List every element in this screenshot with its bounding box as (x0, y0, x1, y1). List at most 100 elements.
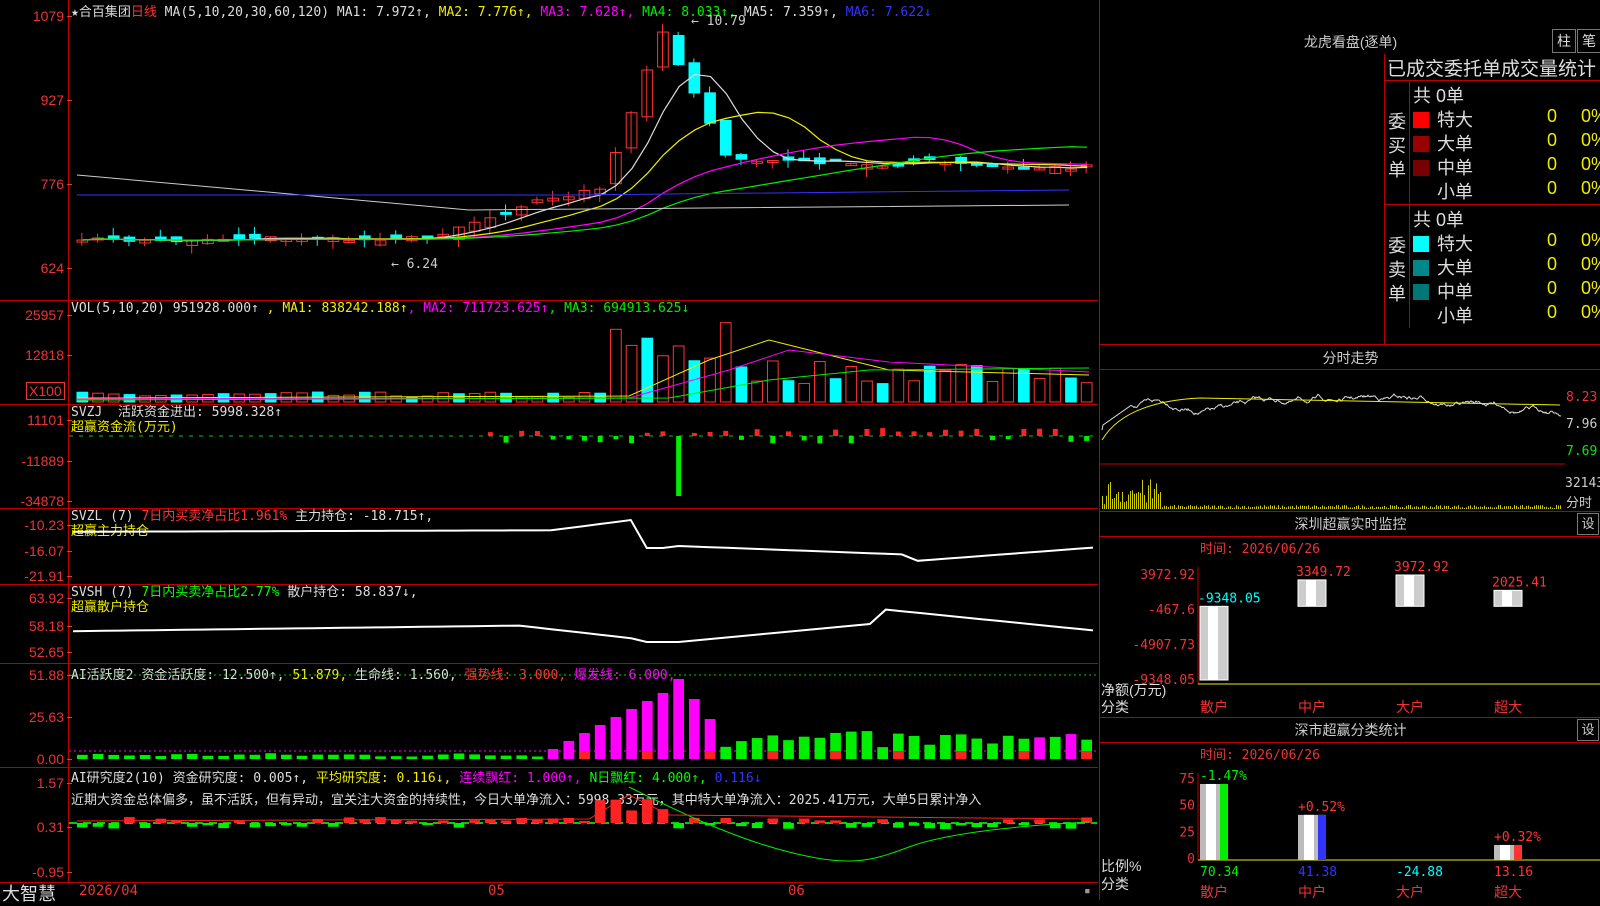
intraday-vol-bar (1442, 507, 1443, 509)
intraday-vol-bar (1142, 479, 1143, 509)
ai-research-panel[interactable]: 1.57 0.31 -0.95 AI研究度2(10) 资金研究度: 0.005↑… (0, 767, 1098, 883)
flow-bar (801, 436, 807, 441)
intraday-vol-bar (1258, 506, 1259, 509)
candle (500, 211, 512, 215)
svzl-panel[interactable]: -10.23 -16.07 -21.91 SVZL (7) 7日内买卖净占比1.… (0, 508, 1098, 585)
intraday-vol-bar (1318, 507, 1319, 509)
intraday-price-line (1101, 393, 1562, 431)
order-type: 中单 (1437, 282, 1473, 302)
high-label: ← 10.79 (691, 14, 746, 29)
intraday-vol-bar (1326, 507, 1327, 509)
intraday-vol: 32143 (1565, 476, 1600, 491)
flow-bar (644, 432, 650, 436)
intraday-chart[interactable] (1100, 370, 1565, 510)
svzl-chart[interactable] (69, 508, 1097, 583)
intraday-vol-bar (1494, 507, 1495, 509)
research-bar (594, 800, 606, 823)
bar-view-button[interactable]: 柱 (1552, 29, 1576, 53)
intraday-vol-bar (1450, 507, 1451, 509)
sz-monitor-settings-button[interactable]: 设 (1577, 513, 1599, 535)
intraday-vol-bar (1544, 507, 1545, 509)
y-tick: 624 (40, 260, 73, 276)
intraday-vol-bar (1424, 505, 1425, 509)
lock-icon[interactable]: ▪ (1084, 884, 1091, 897)
active-base-bar (830, 751, 841, 759)
research-bar (908, 823, 920, 826)
vol-bar (1049, 367, 1062, 403)
active-bar (390, 756, 402, 759)
intraday-vol-bar (1388, 507, 1389, 509)
kline-chart[interactable]: ← 10.79 ← 6.24 (69, 0, 1097, 299)
vol-bar (908, 380, 920, 403)
ai-active-chart[interactable] (69, 663, 1097, 766)
ratio-value: 70.34 (1200, 865, 1239, 880)
intraday-vol-bar (1190, 505, 1191, 509)
ai-active-panel[interactable]: 51.88 25.63 0.00 AI活跃度2 资金活跃度: 12.500↑, … (0, 663, 1098, 768)
intraday-vol-bar (1224, 507, 1225, 509)
flow-bar (503, 436, 509, 443)
y-tick: -10.23 (24, 517, 72, 533)
intraday-vol-bar (1290, 506, 1291, 509)
intraday-vol-bar (1144, 495, 1145, 509)
candle (531, 199, 544, 204)
svzj-chart[interactable] (69, 404, 1097, 507)
active-bar (500, 755, 512, 759)
intraday-price: 7.96 (1566, 417, 1598, 432)
svsh-panel[interactable]: 63.92 58.18 52.65 SVSH (7) 7日内买卖净占比2.77%… (0, 584, 1098, 664)
vol-panel[interactable]: 25957 12818 X100 VOL(5,10,20) 951928.000… (0, 300, 1098, 405)
intraday-vol-bar (1214, 505, 1215, 509)
sz-class-settings-button[interactable]: 设 (1577, 719, 1599, 741)
intraday-vol-bar (1112, 498, 1113, 509)
order-color-swatch (1413, 284, 1429, 300)
vol-chart[interactable] (69, 300, 1097, 403)
intraday-vol-bar (1438, 506, 1439, 509)
tick-view-button[interactable]: 笔 (1577, 29, 1600, 53)
y-tick: 0.00 (36, 751, 73, 767)
intraday-vol-bar (1232, 507, 1233, 509)
order-color-swatch (1413, 184, 1429, 200)
kline-panel[interactable]: 1079 927 776 624 ★合百集团日线 MA(5,10,20,30,6… (0, 0, 1098, 301)
intraday-panel[interactable]: 分时走势 8.23 7.96 7.69 32143 分时 (1099, 345, 1600, 512)
research-red-line (76, 794, 1090, 822)
order-stats-title: 已成交委托单成交量统计 (1387, 59, 1597, 80)
active-base-bar (1018, 751, 1030, 759)
sell-total: 共 0单 (1413, 210, 1465, 230)
vol-bar (610, 328, 622, 403)
intraday-vol-bar (1340, 507, 1341, 509)
x-label: 05 (488, 883, 505, 899)
active-bar (908, 735, 920, 759)
flow-bar (833, 429, 839, 436)
sz-monitor-panel: 深圳超赢实时监控 设 时间: 2026/06/26 净额(万元) 分类 3972… (1099, 512, 1600, 718)
svzj-panel[interactable]: 11101 -11889 -34878 SVZJ 活跃资金进出: 5998.32… (0, 404, 1098, 509)
net-value: 2025.41 (1492, 575, 1547, 590)
flow-bar (895, 431, 901, 436)
order-color-swatch (1413, 308, 1429, 324)
active-bar (516, 755, 528, 759)
y-tick: 927 (40, 92, 73, 108)
svsh-chart[interactable] (69, 584, 1097, 662)
intraday-vol-bar (1186, 506, 1187, 509)
intraday-vol-bar (1300, 505, 1301, 509)
y-tick: -16.07 (24, 543, 72, 559)
intraday-vol-bar (1436, 505, 1437, 509)
active-bar (124, 755, 135, 759)
research-bar (579, 820, 590, 823)
intraday-vol-bar (1328, 506, 1329, 509)
flow-bar (848, 436, 854, 444)
vol-bar (547, 392, 559, 403)
intraday-vol-bar (1522, 505, 1523, 509)
active-bar (171, 754, 182, 759)
intraday-vol-bar (1408, 505, 1409, 509)
order-type: 中单 (1437, 158, 1473, 178)
intraday-vol-bar (1454, 505, 1455, 509)
research-bar (877, 819, 888, 823)
candle (672, 35, 685, 66)
flow-bar (880, 428, 886, 436)
intraday-vol-bar (1222, 505, 1223, 509)
active-bar (375, 756, 386, 759)
ai-research-chart[interactable] (69, 767, 1097, 881)
intraday-vol-bar (1310, 507, 1311, 509)
candle (892, 163, 905, 167)
intraday-vol-bar (1106, 495, 1107, 509)
active-bar (563, 741, 575, 759)
